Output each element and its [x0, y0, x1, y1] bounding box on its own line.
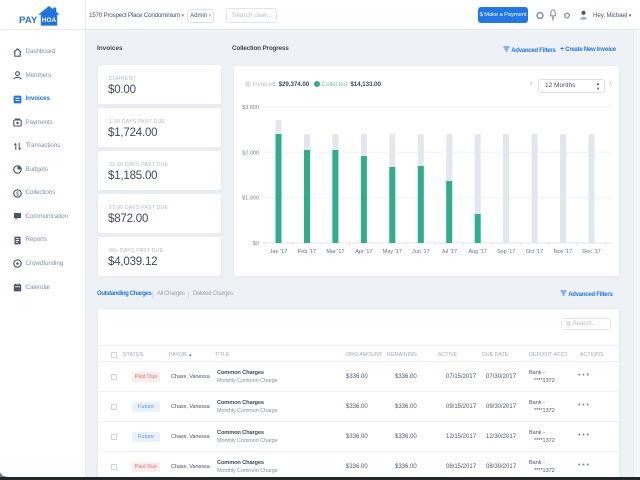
svg-text:Sep '17: Sep '17: [497, 249, 515, 255]
svg-text:Mar '17: Mar '17: [326, 249, 344, 255]
svg-text:Jan '17: Jan '17: [270, 249, 288, 255]
svg-text:Feb '17: Feb '17: [298, 249, 316, 255]
svg-text:Nov '17: Nov '17: [554, 249, 572, 255]
svg-text:$: $: [16, 191, 19, 197]
svg-text:$2,000: $2,000: [242, 150, 259, 156]
svg-text:Jul '17: Jul '17: [441, 249, 457, 255]
svg-text:Apr '17: Apr '17: [355, 249, 372, 255]
svg-text:Oct '17: Oct '17: [526, 249, 543, 255]
svg-text:$0: $0: [253, 241, 259, 247]
svg-text:$1,000: $1,000: [242, 196, 259, 202]
svg-text:Jun '17: Jun '17: [412, 249, 430, 255]
svg-text:$3,000: $3,000: [242, 105, 259, 111]
svg-text:Aug '17: Aug '17: [468, 249, 486, 255]
svg-text:HOA: HOA: [42, 17, 57, 24]
svg-text:Dec '17: Dec '17: [582, 249, 600, 255]
svg-text:May '17: May '17: [383, 249, 402, 255]
